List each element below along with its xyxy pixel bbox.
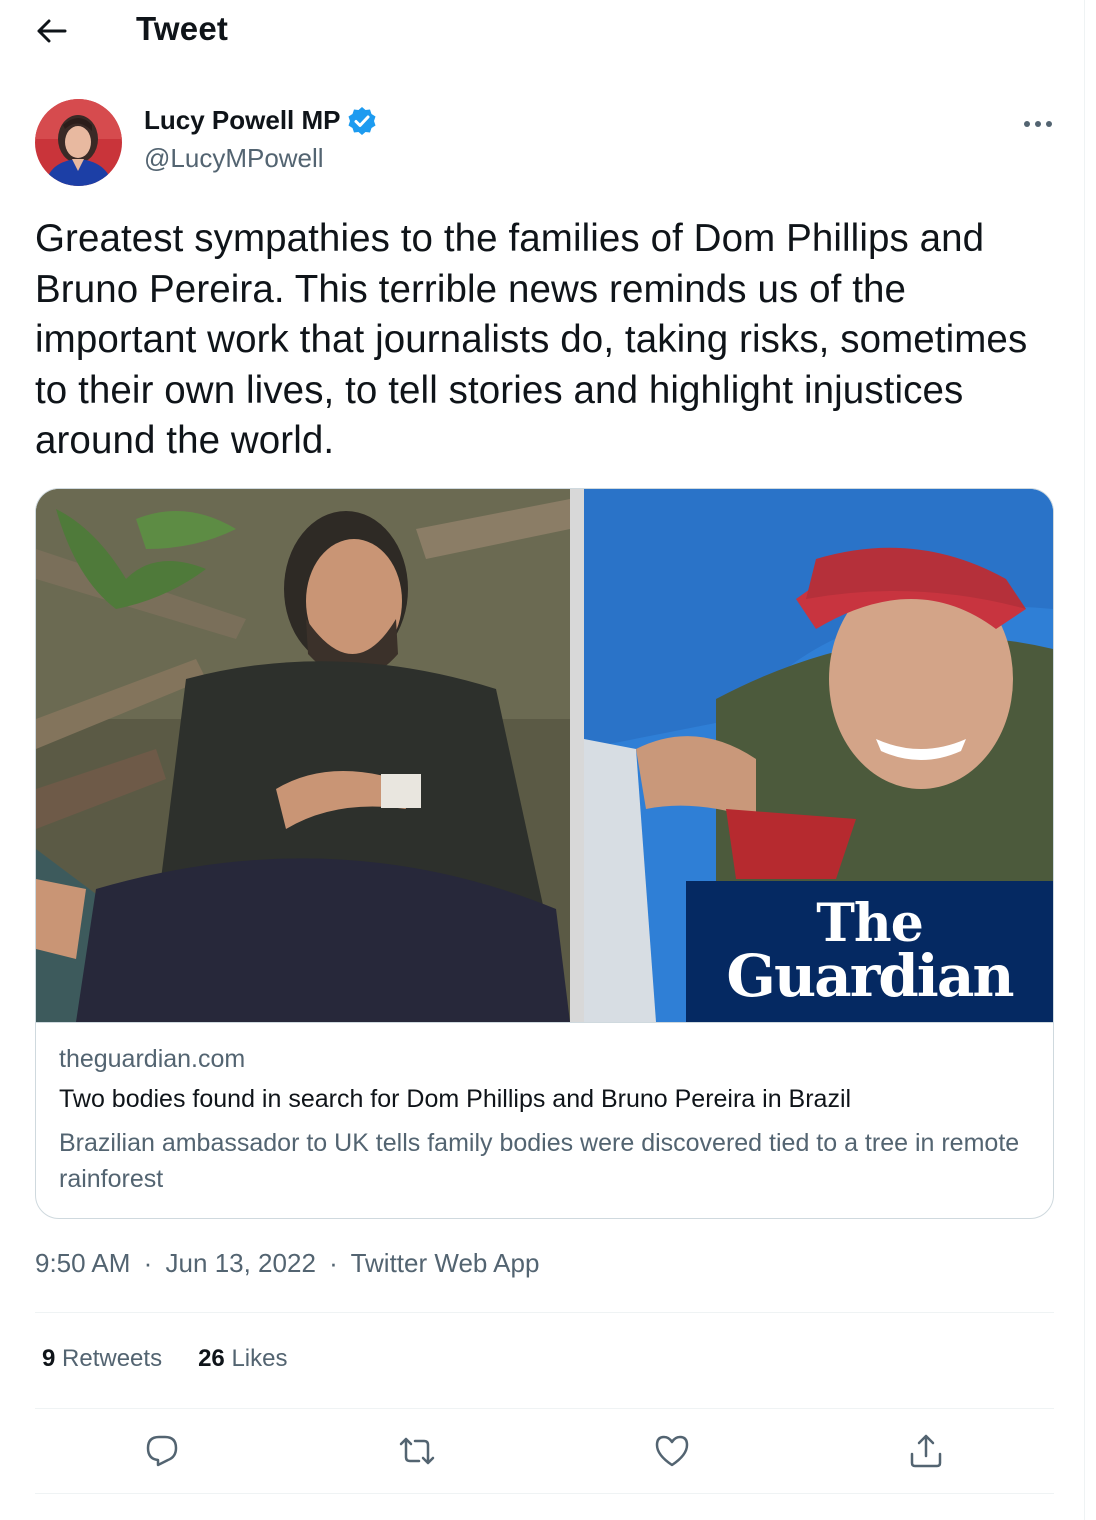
- verified-badge-icon: [348, 106, 375, 135]
- retweet-icon: [399, 1437, 435, 1465]
- tweet-meta: 9:50 AM · Jun 13, 2022 · Twitter Web App: [35, 1248, 539, 1279]
- tweet-source[interactable]: Twitter Web App: [351, 1248, 540, 1278]
- author-handle[interactable]: @LucyMPowell: [144, 143, 324, 174]
- tweet-actions: [35, 1410, 1054, 1492]
- page-title: Tweet: [136, 10, 229, 47]
- tweet-detail-page: Tweet Lucy Powell MP @LucyMPowell Greate…: [0, 0, 1085, 1520]
- divider: [35, 1408, 1054, 1409]
- tweet-time[interactable]: 9:50 AM: [35, 1248, 130, 1278]
- back-button[interactable]: [30, 12, 74, 50]
- card-image: The Guardian: [36, 489, 1053, 1022]
- like-button[interactable]: [647, 1426, 697, 1476]
- card-meta: theguardian.com Two bodies found in sear…: [36, 1022, 1053, 1218]
- retweets-count: 9: [42, 1345, 56, 1372]
- card-domain: theguardian.com: [59, 1045, 246, 1073]
- retweet-button[interactable]: [392, 1426, 442, 1476]
- tweet-text: Greatest sympathies to the families of D…: [35, 217, 1028, 462]
- author-name[interactable]: Lucy Powell MP: [144, 105, 341, 136]
- likes-count: 26: [198, 1345, 225, 1372]
- guardian-logo: The Guardian: [686, 881, 1053, 1022]
- tweet-date[interactable]: Jun 13, 2022: [166, 1248, 316, 1278]
- share-icon: [910, 1434, 942, 1468]
- meta-separator: ·: [143, 1248, 153, 1278]
- reply-icon: [146, 1435, 178, 1467]
- tweet-stats: 9 Retweets 26 Likes: [42, 1345, 287, 1373]
- meta-separator: ·: [329, 1248, 338, 1278]
- link-card[interactable]: The Guardian theguardian.com Two bodies …: [35, 488, 1054, 1219]
- more-horizontal-icon: [1024, 121, 1052, 127]
- reply-button[interactable]: [137, 1426, 187, 1476]
- author-name-row: Lucy Powell MP: [144, 105, 377, 136]
- more-options-button[interactable]: [1016, 110, 1060, 138]
- share-button[interactable]: [901, 1426, 951, 1476]
- page-header: Tweet: [0, 0, 1085, 62]
- card-title: Two bodies found in search for Dom Phill…: [59, 1085, 852, 1113]
- retweets-label: Retweets: [62, 1345, 163, 1372]
- left-photo: [36, 489, 570, 1022]
- guardian-logo-line2: Guardian: [726, 941, 1014, 1010]
- divider: [35, 1493, 1054, 1494]
- retweets-stat[interactable]: 9 Retweets: [42, 1345, 162, 1373]
- like-icon: [655, 1435, 689, 1467]
- avatar[interactable]: [35, 99, 122, 186]
- card-description: Brazilian ambassador to UK tells family …: [59, 1129, 1020, 1193]
- likes-label: Likes: [231, 1345, 288, 1372]
- likes-stat[interactable]: 26 Likes: [198, 1345, 287, 1373]
- arrow-left-icon: [37, 19, 67, 43]
- avatar-image: [35, 99, 122, 186]
- divider: [35, 1312, 1054, 1313]
